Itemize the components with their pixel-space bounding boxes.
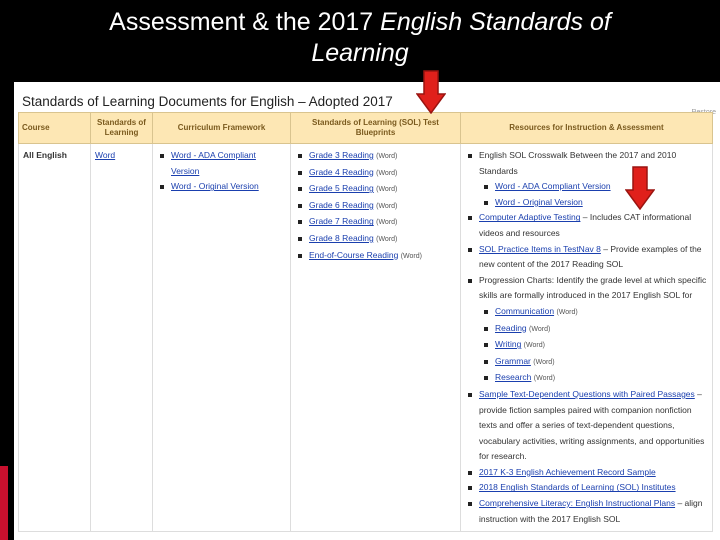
- blueprint-grade7-link[interactable]: Grade 7 Reading: [309, 216, 374, 226]
- list-item: Word - ADA Compliant Version: [484, 179, 708, 195]
- blueprint-grade3-link[interactable]: Grade 3 Reading: [309, 150, 374, 160]
- word-note: (Word): [400, 252, 422, 260]
- word-note: (Word): [376, 202, 398, 210]
- cat-link[interactable]: Computer Adaptive Testing: [479, 212, 580, 222]
- word-note: (Word): [376, 153, 398, 160]
- header-sol: Standards of Learning: [90, 112, 153, 144]
- framework-cell: Word - ADA Compliant Version Word - Orig…: [152, 142, 291, 533]
- progression-communication-link[interactable]: Communication: [495, 306, 554, 316]
- progression-reading-link[interactable]: Reading: [495, 323, 527, 333]
- sample-text: – provide fiction samples paired with co…: [479, 388, 705, 462]
- header-course: Course: [18, 112, 91, 144]
- word-note: (Word): [376, 186, 398, 194]
- instructional-plans-link[interactable]: Comprehensive Literacy: English Instruct…: [479, 498, 675, 508]
- sol-documents-table: Course Standards of Learning Curriculum …: [18, 112, 713, 533]
- k3-record-link[interactable]: 2017 K-3 English Achievement Record Samp…: [479, 467, 656, 477]
- sol-institutes-link[interactable]: 2018 English Standards of Learning (SOL)…: [479, 482, 676, 492]
- webpage-screenshot: Standards of Learning Documents for Engl…: [14, 82, 720, 540]
- list-item: Word - Original Version: [160, 179, 286, 195]
- red-arrow-icon: [416, 70, 446, 114]
- slide-accent-bar: [0, 466, 8, 540]
- blueprints-cell: Grade 3 Reading (Word) Grade 4 Reading (…: [290, 142, 461, 533]
- progression-text: Progression Charts: Identify the grade l…: [479, 274, 707, 301]
- list-item: Writing (Word): [484, 337, 708, 354]
- sample-questions-link[interactable]: Sample Text-Dependent Questions with Pai…: [479, 389, 695, 399]
- slide-title-italic-2: Learning: [311, 39, 409, 67]
- sol-cell: Word: [90, 142, 153, 533]
- slide-title-italic: English Standards of: [380, 8, 611, 36]
- list-item: Communication (Word): [484, 304, 708, 321]
- header-resources: Resources for Instruction & Assessment: [460, 112, 713, 144]
- table-row: All English Word Word - ADA Compliant Ve…: [18, 142, 713, 533]
- list-item: Grade 8 Reading (Word): [298, 231, 456, 248]
- list-item: English SOL Crosswalk Between the 2017 a…: [468, 148, 708, 211]
- crosswalk-original-link[interactable]: Word - Original Version: [495, 197, 583, 207]
- list-item: 2018 English Standards of Learning (SOL)…: [468, 480, 708, 496]
- list-item: Research (Word): [484, 370, 708, 387]
- word-note: (Word): [533, 358, 555, 366]
- resources-cell: English SOL Crosswalk Between the 2017 a…: [460, 142, 713, 533]
- framework-ada-link[interactable]: Word - ADA Compliant Version: [171, 150, 256, 176]
- crosswalk-ada-link[interactable]: Word - ADA Compliant Version: [495, 181, 611, 191]
- list-item: Sample Text-Dependent Questions with Pai…: [468, 387, 708, 465]
- list-item: Grade 3 Reading (Word): [298, 148, 456, 165]
- list-item: Reading (Word): [484, 321, 708, 338]
- framework-original-link[interactable]: Word - Original Version: [171, 181, 259, 191]
- list-item: Grade 7 Reading (Word): [298, 214, 456, 231]
- sol-word-link[interactable]: Word: [95, 150, 115, 160]
- blueprint-grade5-link[interactable]: Grade 5 Reading: [309, 183, 374, 193]
- practice-items-link[interactable]: SOL Practice Items in TestNav 8: [479, 244, 601, 254]
- word-note: (Word): [376, 235, 398, 243]
- blueprint-grade8-link[interactable]: Grade 8 Reading: [309, 233, 374, 243]
- word-note: (Word): [529, 325, 551, 333]
- word-note: (Word): [376, 219, 398, 227]
- list-item: Progression Charts: Identify the grade l…: [468, 273, 708, 387]
- page-heading: Standards of Learning Documents for Engl…: [22, 94, 393, 109]
- list-item: Grammar (Word): [484, 354, 708, 371]
- course-cell: All English: [18, 142, 91, 533]
- blueprint-grade6-link[interactable]: Grade 6 Reading: [309, 200, 374, 210]
- blueprint-eoc-link[interactable]: End-of-Course Reading: [309, 250, 398, 260]
- word-note: (Word): [376, 169, 398, 177]
- red-arrow-icon: [625, 166, 655, 210]
- list-item: Grade 5 Reading (Word): [298, 181, 456, 198]
- list-item: End-of-Course Reading (Word): [298, 248, 456, 265]
- header-blueprints: Standards of Learning (SOL) Test Bluepri…: [290, 112, 461, 144]
- header-framework: Curriculum Framework: [152, 112, 291, 144]
- list-item: Word - ADA Compliant Version: [160, 148, 286, 179]
- word-note: (Word): [533, 375, 556, 383]
- list-item: SOL Practice Items in TestNav 8 – Provid…: [468, 242, 708, 273]
- list-item: 2017 K-3 English Achievement Record Samp…: [468, 465, 708, 481]
- list-item: Comprehensive Literacy: English Instruct…: [468, 496, 708, 527]
- word-note: (Word): [523, 342, 545, 350]
- progression-research-link[interactable]: Research: [495, 372, 531, 382]
- blueprint-grade4-link[interactable]: Grade 4 Reading: [309, 167, 374, 177]
- table-header-row: Course Standards of Learning Curriculum …: [18, 112, 713, 144]
- list-item: Word - Original Version: [484, 195, 708, 211]
- list-item: Grade 6 Reading (Word): [298, 198, 456, 215]
- slide-title: Assessment & the 2017 English Standards …: [0, 0, 720, 78]
- list-item: Grade 4 Reading (Word): [298, 165, 456, 182]
- list-item: Computer Adaptive Testing – Includes CAT…: [468, 210, 708, 241]
- progression-writing-link[interactable]: Writing: [495, 339, 521, 349]
- progression-grammar-link[interactable]: Grammar: [495, 356, 531, 366]
- word-note: (Word): [556, 308, 578, 316]
- slide-title-plain: Assessment & the 2017: [109, 8, 381, 36]
